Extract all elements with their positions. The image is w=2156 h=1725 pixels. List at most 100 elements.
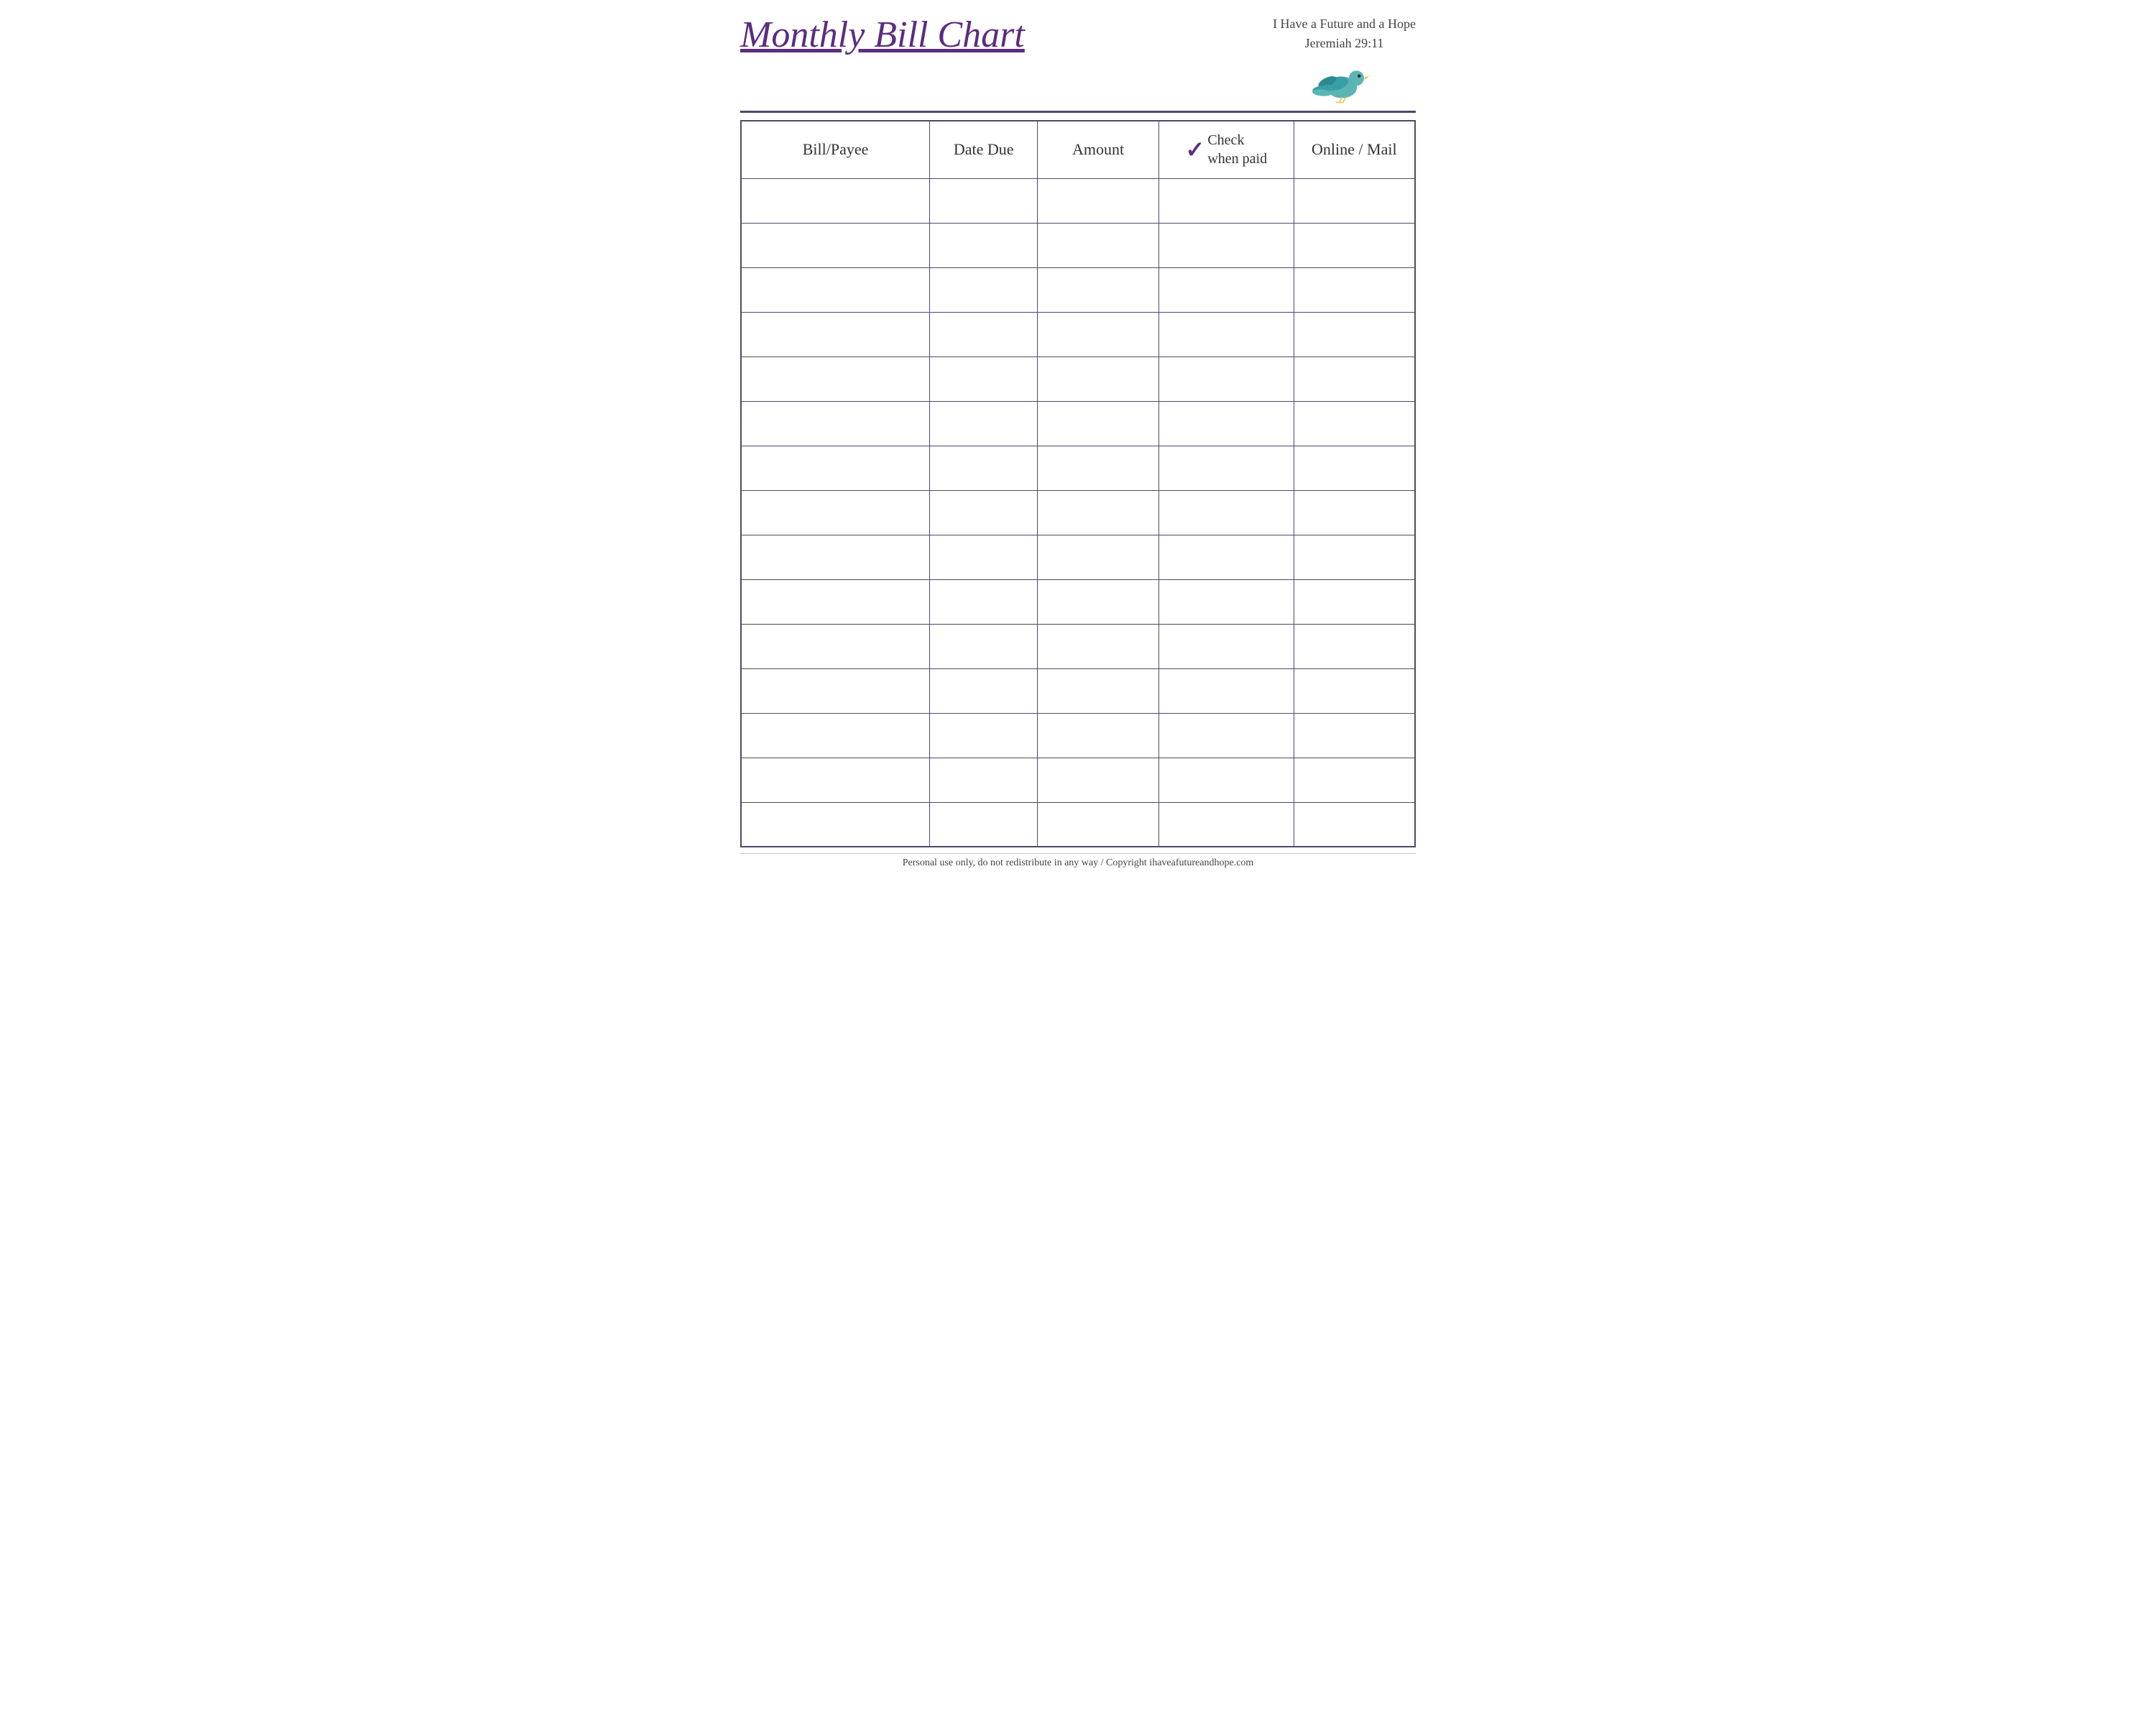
table-cell [930,758,1038,802]
bird-icon [1312,57,1377,107]
table-cell [1038,446,1159,490]
table-row [741,668,1415,713]
table-cell [1294,267,1415,312]
tagline: I Have a Future and a Hope Jeremiah 29:1… [1273,14,1416,53]
table-cell [1038,312,1159,356]
table-row [741,758,1415,802]
table-header-row: Bill/Payee Date Due Amount ✓ Checkwhen p… [741,121,1415,178]
table-cell [741,624,930,668]
table-cell [741,535,930,579]
table-cell [741,446,930,490]
table-cell [1159,579,1294,624]
table-cell [1294,579,1415,624]
table-cell [930,624,1038,668]
table-cell [1159,178,1294,223]
table-cell [1038,490,1159,535]
table-cell [741,223,930,267]
table-cell [1294,624,1415,668]
table-cell [1038,267,1159,312]
table-cell [1294,668,1415,713]
table-cell [1038,668,1159,713]
table-cell [1294,802,1415,847]
page-header: Monthly Bill Chart I Have a Future and a… [740,14,1416,113]
check-when-paid-label: Checkwhen paid [1207,131,1267,168]
table-cell [1159,223,1294,267]
table-cell [1159,401,1294,446]
table-cell [1159,802,1294,847]
col-header-amount: Amount [1038,121,1159,178]
table-row [741,579,1415,624]
table-cell [1038,223,1159,267]
bird-illustration [1312,57,1377,107]
table-cell [930,490,1038,535]
table-cell [741,668,930,713]
table-cell [1159,668,1294,713]
check-header-content: ✓ Checkwhen paid [1166,131,1286,168]
table-cell [1159,446,1294,490]
table-cell [1038,401,1159,446]
table-cell [930,446,1038,490]
table-row [741,178,1415,223]
table-cell [1038,624,1159,668]
table-cell [741,713,930,758]
table-cell [930,312,1038,356]
table-cell [741,312,930,356]
bill-chart-table: Bill/Payee Date Due Amount ✓ Checkwhen p… [740,120,1416,847]
table-cell [1038,579,1159,624]
table-cell [1294,178,1415,223]
table-cell [1159,356,1294,401]
table-cell [1038,178,1159,223]
col-header-online-mail: Online / Mail [1294,121,1415,178]
table-cell [1294,446,1415,490]
table-row [741,535,1415,579]
table-cell [930,668,1038,713]
table-cell [930,713,1038,758]
table-cell [1294,401,1415,446]
table-row [741,312,1415,356]
table-cell [930,223,1038,267]
table-cell [930,178,1038,223]
table-row [741,802,1415,847]
table-cell [1038,802,1159,847]
table-row [741,223,1415,267]
table-cell [741,267,930,312]
table-cell [930,535,1038,579]
table-cell [741,579,930,624]
table-cell [741,178,930,223]
table-cell [1294,356,1415,401]
title: Monthly Bill Chart [740,14,1025,55]
table-cell [1294,758,1415,802]
col-header-bill-payee: Bill/Payee [741,121,930,178]
table-cell [1159,312,1294,356]
col-header-check-when-paid: ✓ Checkwhen paid [1159,121,1294,178]
table-cell [1038,713,1159,758]
table-cell [1159,267,1294,312]
table-cell [1038,758,1159,802]
table-cell [1294,535,1415,579]
table-cell [1159,713,1294,758]
table-cell [1159,490,1294,535]
table-row [741,267,1415,312]
table-cell [930,267,1038,312]
checkmark-icon: ✓ [1186,138,1205,161]
table-body [741,178,1415,847]
table-cell [1294,223,1415,267]
header-right: I Have a Future and a Hope Jeremiah 29:1… [1273,14,1416,107]
table-cell [1294,490,1415,535]
table-cell [741,758,930,802]
table-cell [1159,758,1294,802]
table-cell [1294,713,1415,758]
table-cell [1159,624,1294,668]
table-cell [1294,312,1415,356]
table-cell [741,356,930,401]
table-cell [930,579,1038,624]
table-cell [1159,535,1294,579]
table-cell [1038,535,1159,579]
table-row [741,713,1415,758]
table-cell [930,401,1038,446]
footer: Personal use only, do not redistribute i… [740,853,1416,869]
table-row [741,401,1415,446]
table-cell [930,356,1038,401]
col-header-date-due: Date Due [930,121,1038,178]
table-cell [741,401,930,446]
